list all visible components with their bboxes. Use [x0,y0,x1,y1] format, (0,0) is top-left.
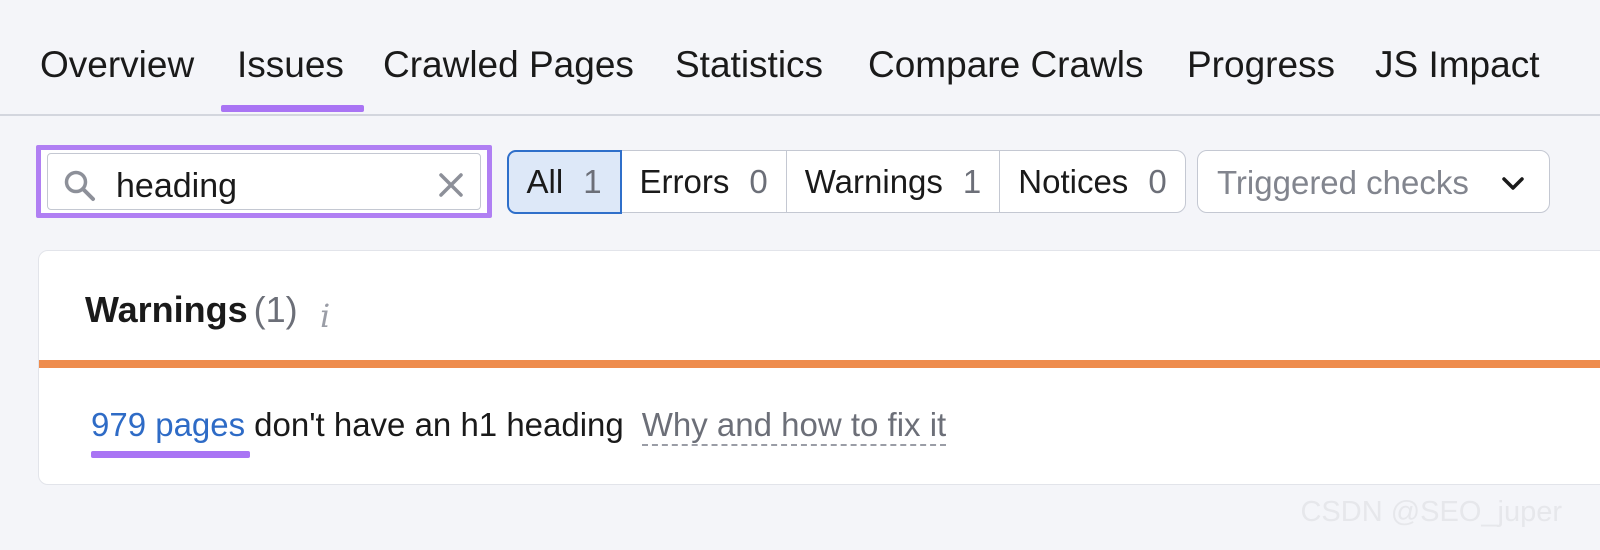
filter-label: Warnings [804,162,943,200]
chevron-down-icon [1502,177,1524,190]
filter-notices[interactable]: Notices 0 [1000,151,1184,212]
why-how-to-fix-link[interactable]: Why and how to fix it [641,406,947,446]
card-title-label: Warnings [85,289,248,330]
tab-js-impact[interactable]: JS Impact [1375,44,1540,86]
tab-bar: Overview Issues Crawled Pages Statistics… [0,0,1600,116]
tab-issues[interactable]: Issues [237,44,344,86]
triggered-checks-dropdown[interactable]: Triggered checks [1197,150,1550,213]
tab-overview[interactable]: Overview [40,44,194,86]
close-icon[interactable] [436,170,466,200]
link-highlight [91,451,250,458]
filter-label: Notices [1018,162,1129,200]
search-input[interactable]: heading [47,153,481,210]
filter-count: 1 [583,162,602,200]
dropdown-label: Triggered checks [1217,164,1469,201]
watermark: CSDN @SEO_juper [1300,496,1562,528]
filter-label: All [526,162,564,200]
tab-progress[interactable]: Progress [1187,44,1335,86]
filter-label: Errors [639,162,730,200]
filter-warnings[interactable]: Warnings 1 [787,151,1001,212]
affected-pages-link[interactable]: 979 pages [91,406,245,443]
issue-description: don't have an h1 heading [254,406,624,443]
warning-severity-bar [39,360,1600,368]
warnings-card: Warnings (1) i 979 pages don't have an h1 … [38,250,1600,485]
search-value: heading [116,167,238,205]
filter-count: 0 [749,162,768,200]
filter-errors[interactable]: Errors 0 [622,151,787,212]
tab-crawled-pages[interactable]: Crawled Pages [383,44,634,86]
filter-count: 0 [1148,162,1167,200]
search-highlight: heading [36,145,492,218]
issue-type-filter: All 1 Errors 0 Warnings 1 Notices 0 [506,149,1186,214]
active-tab-indicator [221,105,364,112]
card-title: Warnings (1) [85,289,298,331]
filter-all[interactable]: All 1 [506,149,622,214]
card-title-count: (1) [253,289,298,330]
tab-statistics[interactable]: Statistics [675,44,823,86]
issue-row: 979 pages don't have an h1 heading Why and… [91,406,947,446]
tab-compare-crawls[interactable]: Compare Crawls [868,44,1144,86]
info-icon[interactable]: i [320,297,330,335]
search-icon [64,170,95,201]
filter-count: 1 [962,162,982,200]
